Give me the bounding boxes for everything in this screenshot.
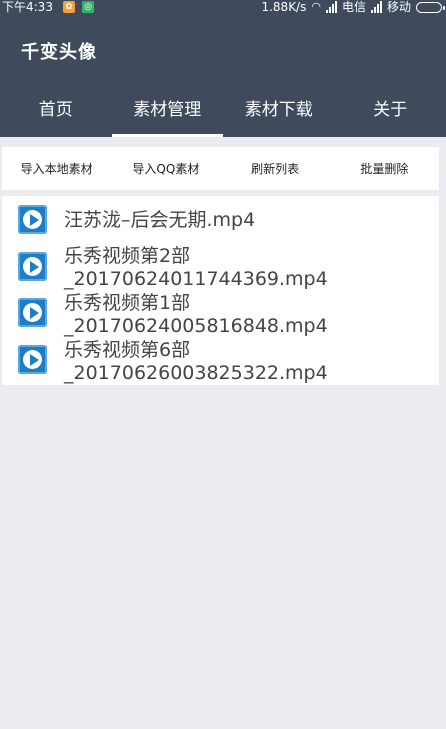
refresh-list-button[interactable]: 刷新列表 (221, 160, 330, 177)
tab-bar: 首页 素材管理 素材下载 关于 (0, 88, 446, 137)
file-name-suffix: _20170624005816848.mp4 (64, 315, 328, 337)
list-item[interactable]: 乐秀视频第1部 _20170624005816848.mp4 (2, 292, 439, 340)
import-qq-button[interactable]: 导入QQ素材 (111, 160, 220, 177)
file-list: 汪苏泷–后会无期.mp4 乐秀视频第2部 _20170624011744369.… (2, 196, 439, 385)
signal-icon-2 (370, 1, 382, 13)
notification-system-icon: ◎ (82, 1, 94, 13)
file-name: 乐秀视频第2部 (64, 245, 191, 267)
video-file-icon (18, 205, 47, 234)
video-file-icon (18, 345, 47, 374)
network-speed: 1.88K/s (261, 0, 307, 14)
list-item[interactable]: 乐秀视频第2部 _20170624011744369.mp4 (2, 244, 439, 292)
list-item[interactable]: 汪苏泷–后会无期.mp4 (2, 196, 439, 244)
tab-material-management[interactable]: 素材管理 (111, 88, 224, 137)
carrier-1: 电信 (341, 0, 366, 14)
app-header: 下午4:33 ✿ ◎ 1.88K/s ◠ 电信 移动 千变头像 首页 素材管理 … (0, 0, 446, 137)
wifi-icon: ◠ (311, 0, 321, 13)
import-local-button[interactable]: 导入本地素材 (2, 160, 111, 177)
file-name: 乐秀视频第1部 (64, 292, 191, 314)
action-toolbar: 导入本地素材 导入QQ素材 刷新列表 批量删除 (2, 147, 439, 190)
battery-icon (416, 1, 445, 13)
tab-material-download[interactable]: 素材下载 (223, 88, 335, 137)
app-title: 千变头像 (21, 42, 97, 63)
notification-app-icon: ✿ (63, 1, 75, 13)
file-name-suffix: _20170626003825322.mp4 (64, 362, 328, 384)
list-item[interactable]: 乐秀视频第6部 _20170626003825322.mp4 (2, 339, 439, 385)
video-file-icon (18, 252, 47, 281)
tab-home[interactable]: 首页 (0, 88, 112, 137)
carrier-2: 移动 (386, 0, 411, 14)
file-name-suffix: _20170624011744369.mp4 (64, 268, 328, 290)
video-file-icon (18, 298, 47, 327)
status-time: 下午4:33 (2, 0, 53, 14)
file-name: 汪苏泷–后会无期.mp4 (64, 209, 256, 231)
batch-delete-button[interactable]: 批量删除 (330, 160, 439, 177)
status-bar: 下午4:33 ✿ ◎ 1.88K/s ◠ 电信 移动 (0, 0, 446, 16)
tab-about[interactable]: 关于 (335, 88, 446, 137)
file-name: 乐秀视频第6部 (64, 339, 191, 361)
signal-icon (325, 1, 337, 13)
